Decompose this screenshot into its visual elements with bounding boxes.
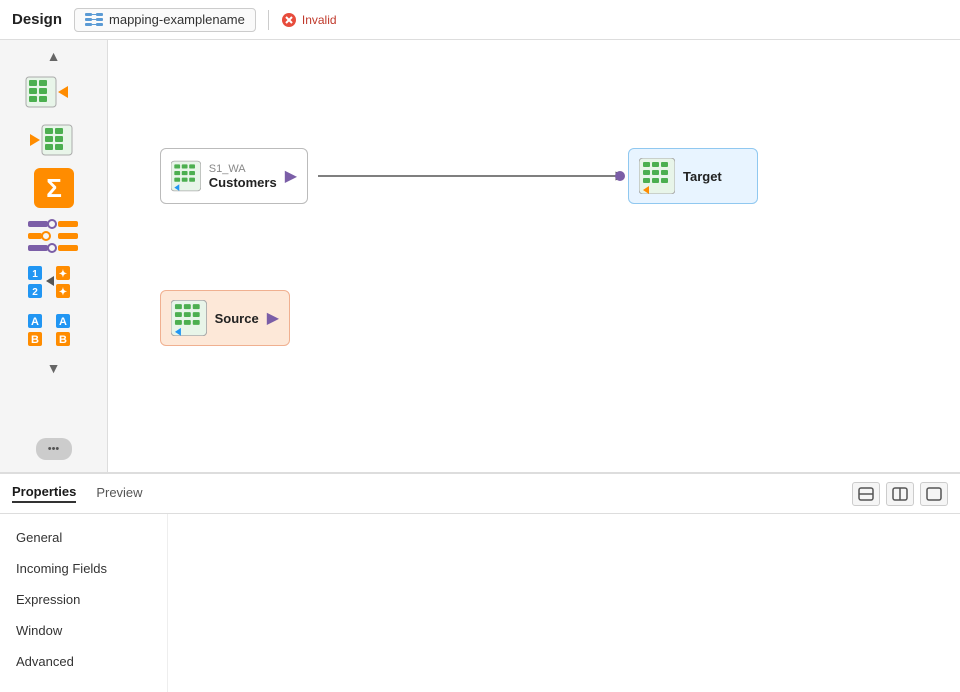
bottom-panel: Properties Preview bbox=[0, 472, 960, 692]
source-node-arrow: ▶ bbox=[267, 308, 279, 328]
view-split-horizontal-button[interactable] bbox=[852, 482, 880, 506]
panel-nav-sidebar: General Incoming Fields Expression Windo… bbox=[0, 514, 168, 692]
customers-node-subtitle: Customers bbox=[209, 175, 277, 190]
view-full-button[interactable] bbox=[920, 482, 948, 506]
target-node-label: Target bbox=[683, 169, 722, 184]
full-panel-icon bbox=[926, 487, 942, 501]
target-node[interactable]: Target bbox=[628, 148, 758, 204]
mapping-tab[interactable]: mapping-examplename bbox=[74, 8, 256, 32]
customers-node-arrow: ▶ bbox=[285, 166, 297, 186]
svg-text:B: B bbox=[31, 334, 39, 346]
invalid-badge: Invalid bbox=[281, 12, 337, 28]
panel-view-actions bbox=[852, 482, 948, 506]
sidebar-filter-icon[interactable] bbox=[18, 214, 90, 258]
source-node-icon bbox=[171, 300, 207, 336]
tab-properties[interactable]: Properties bbox=[12, 484, 76, 503]
svg-text:✦: ✦ bbox=[58, 287, 66, 298]
main-area: ▲ bbox=[0, 40, 960, 472]
sidebar-target-icon[interactable] bbox=[18, 118, 90, 162]
customers-node-title: S1_WA bbox=[209, 163, 277, 175]
split-horiz-icon bbox=[858, 487, 874, 501]
svg-text:2: 2 bbox=[32, 287, 38, 298]
panel-nav-expression[interactable]: Expression bbox=[0, 584, 167, 615]
canvas: S1_WA Customers ▶ bbox=[108, 40, 960, 472]
bottom-panel-tabs: Properties Preview bbox=[0, 474, 960, 514]
split-vert-icon bbox=[892, 487, 908, 501]
sidebar: ▲ bbox=[0, 40, 108, 472]
panel-nav-window[interactable]: Window bbox=[0, 615, 167, 646]
svg-text:1: 1 bbox=[32, 269, 38, 280]
scroll-up-button[interactable]: ▲ bbox=[0, 46, 107, 66]
target-node-icon bbox=[639, 158, 675, 194]
tab-divider bbox=[268, 10, 269, 30]
panel-nav-general[interactable]: General bbox=[0, 522, 167, 553]
svg-text:Σ: Σ bbox=[46, 173, 62, 203]
svg-text:✦: ✦ bbox=[58, 269, 66, 280]
source-node[interactable]: Source ▶ bbox=[160, 290, 290, 346]
invalid-icon bbox=[281, 12, 297, 28]
sidebar-more-button[interactable]: ••• bbox=[36, 438, 72, 466]
svg-text:A: A bbox=[31, 316, 39, 328]
top-bar: Design mapping-examplename Invalid bbox=[0, 0, 960, 40]
sidebar-convert-icon[interactable]: 1 2 ✦ ✦ bbox=[18, 262, 90, 306]
panel-content-area bbox=[168, 514, 960, 692]
view-split-vertical-button[interactable] bbox=[886, 482, 914, 506]
scroll-down-button[interactable]: ▼ bbox=[0, 358, 107, 378]
connector-customers-target bbox=[108, 40, 960, 472]
svg-text:B: B bbox=[59, 334, 67, 346]
panel-nav-advanced[interactable]: Advanced bbox=[0, 646, 167, 677]
panel-nav-incoming-fields[interactable]: Incoming Fields bbox=[0, 553, 167, 584]
bottom-panel-body: General Incoming Fields Expression Windo… bbox=[0, 514, 960, 692]
invalid-label: Invalid bbox=[302, 13, 337, 27]
design-title: Design bbox=[12, 11, 62, 28]
mapping-icon bbox=[85, 12, 103, 28]
svg-text:A: A bbox=[59, 316, 67, 328]
customers-node-icon bbox=[171, 158, 201, 194]
customers-node[interactable]: S1_WA Customers ▶ bbox=[160, 148, 308, 204]
customers-node-labels: S1_WA Customers bbox=[209, 163, 277, 190]
sidebar-rename-icon[interactable]: A B A B bbox=[18, 310, 90, 354]
sidebar-aggregate-icon[interactable]: Σ bbox=[18, 166, 90, 210]
source-node-label: Source bbox=[215, 311, 259, 326]
mapping-name-label: mapping-examplename bbox=[109, 12, 245, 27]
tab-preview[interactable]: Preview bbox=[96, 485, 142, 502]
sidebar-source-icon[interactable] bbox=[18, 70, 90, 114]
